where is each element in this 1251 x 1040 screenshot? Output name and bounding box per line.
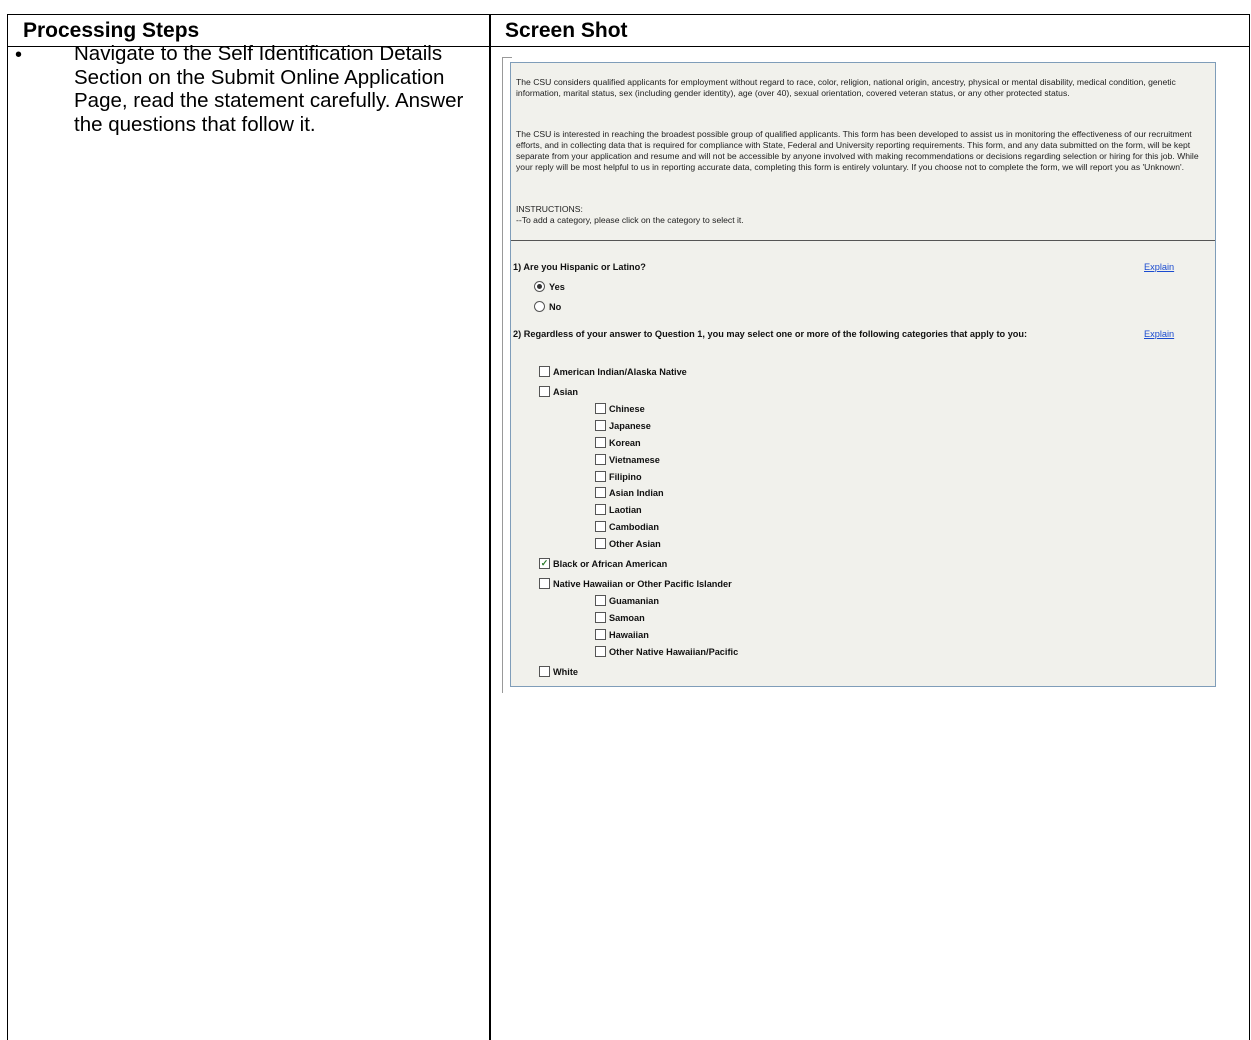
category-black-african-american[interactable]: ✓ Black or African American bbox=[539, 557, 667, 570]
policy-statement: The CSU considers qualified applicants f… bbox=[516, 77, 1176, 98]
category-korean[interactable]: Korean bbox=[595, 436, 641, 449]
step-bullet: • bbox=[15, 44, 23, 66]
category-label: Guamanian bbox=[609, 595, 660, 606]
category-white[interactable]: White bbox=[539, 665, 578, 678]
category-asian[interactable]: Asian bbox=[539, 385, 578, 398]
question-1-label: 1) Are you Hispanic or Latino? bbox=[513, 262, 646, 272]
category-guamanian[interactable]: Guamanian bbox=[595, 594, 659, 607]
category-label: Japanese bbox=[609, 420, 651, 431]
screenshot-edge bbox=[502, 57, 503, 693]
category-other-asian[interactable]: Other Asian bbox=[595, 537, 661, 550]
checkbox-icon[interactable] bbox=[539, 578, 550, 589]
checkmark-icon[interactable]: ✓ bbox=[539, 558, 550, 569]
checkbox-icon[interactable] bbox=[539, 386, 550, 397]
checkbox-icon[interactable] bbox=[595, 471, 606, 482]
category-label: Chinese bbox=[609, 403, 645, 414]
category-label: Hawaiian bbox=[609, 629, 649, 640]
category-label: Asian bbox=[553, 386, 579, 397]
category-label: Filipino bbox=[609, 471, 642, 482]
screenshot-edge-tick bbox=[502, 57, 512, 58]
option-label: No bbox=[549, 301, 562, 312]
checkbox-icon[interactable] bbox=[595, 521, 606, 532]
category-label: White bbox=[553, 666, 579, 677]
category-label: Other Native Hawaiian/Pacific bbox=[609, 646, 739, 657]
checkbox-icon[interactable] bbox=[539, 366, 550, 377]
category-label: Black or African American bbox=[553, 558, 668, 569]
checkbox-icon[interactable] bbox=[595, 487, 606, 498]
category-label: Native Hawaiian or Other Pacific Islande… bbox=[553, 578, 732, 589]
category-label: Cambodian bbox=[609, 521, 660, 532]
category-cambodian[interactable]: Cambodian bbox=[595, 520, 659, 533]
category-chinese[interactable]: Chinese bbox=[595, 402, 645, 415]
category-samoan[interactable]: Samoan bbox=[595, 611, 645, 624]
category-japanese[interactable]: Japanese bbox=[595, 419, 651, 432]
column-divider bbox=[489, 15, 491, 1040]
category-label: Laotian bbox=[609, 504, 642, 515]
category-american-indian[interactable]: American Indian/Alaska Native bbox=[539, 365, 687, 378]
category-native-hawaiian[interactable]: Native Hawaiian or Other Pacific Islande… bbox=[539, 577, 732, 590]
option-label: Yes bbox=[549, 281, 565, 292]
hispanic-no-option[interactable]: No bbox=[534, 300, 561, 313]
instructions: INSTRUCTIONS: --To add a category, pleas… bbox=[516, 204, 1210, 226]
checkbox-icon[interactable] bbox=[595, 403, 606, 414]
category-filipino[interactable]: Filipino bbox=[595, 470, 642, 483]
category-label: Asian Indian bbox=[609, 487, 664, 498]
checkbox-icon[interactable] bbox=[595, 420, 606, 431]
question-2-label: 2) Regardless of your answer to Question… bbox=[513, 329, 1028, 339]
checkbox-icon[interactable] bbox=[595, 629, 606, 640]
instructions-title: INSTRUCTIONS: bbox=[516, 204, 583, 214]
category-label: Samoan bbox=[609, 612, 645, 623]
section-separator bbox=[511, 240, 1215, 241]
checkbox-icon[interactable] bbox=[595, 504, 606, 515]
category-asian-indian[interactable]: Asian Indian bbox=[595, 486, 664, 499]
category-hawaiian[interactable]: Hawaiian bbox=[595, 628, 649, 641]
checkbox-icon[interactable] bbox=[595, 538, 606, 549]
checkbox-icon[interactable] bbox=[595, 595, 606, 606]
category-label: Korean bbox=[609, 437, 641, 448]
header-screen-shot: Screen Shot bbox=[505, 19, 628, 42]
category-vietnamese[interactable]: Vietnamese bbox=[595, 453, 660, 466]
hispanic-yes-option[interactable]: Yes bbox=[534, 280, 565, 293]
checkbox-icon[interactable] bbox=[595, 454, 606, 465]
checkbox-icon[interactable] bbox=[595, 646, 606, 657]
checkbox-icon[interactable] bbox=[539, 666, 550, 677]
checkbox-icon[interactable] bbox=[595, 612, 606, 623]
checkbox-icon[interactable] bbox=[595, 437, 606, 448]
step-instruction-text: Navigate to the Self Identification Deta… bbox=[74, 42, 464, 136]
category-label: Other Asian bbox=[609, 538, 661, 549]
category-label: American Indian/Alaska Native bbox=[553, 366, 687, 377]
instructions-text: --To add a category, please click on the… bbox=[516, 215, 744, 225]
question-2-explain-link[interactable]: Explain bbox=[1144, 329, 1174, 339]
radio-unselected-icon[interactable] bbox=[534, 301, 545, 312]
category-laotian[interactable]: Laotian bbox=[595, 503, 642, 516]
question-1-explain-link[interactable]: Explain bbox=[1144, 262, 1174, 272]
purpose-statement: The CSU is interested in reaching the br… bbox=[516, 129, 1199, 172]
header-processing-steps: Processing Steps bbox=[23, 19, 200, 42]
category-label: Vietnamese bbox=[609, 454, 660, 465]
category-other-native-hawaiian[interactable]: Other Native Hawaiian/Pacific bbox=[595, 645, 738, 658]
self-identification-panel: The CSU considers qualified applicants f… bbox=[510, 62, 1216, 687]
radio-selected-icon[interactable] bbox=[534, 281, 545, 292]
